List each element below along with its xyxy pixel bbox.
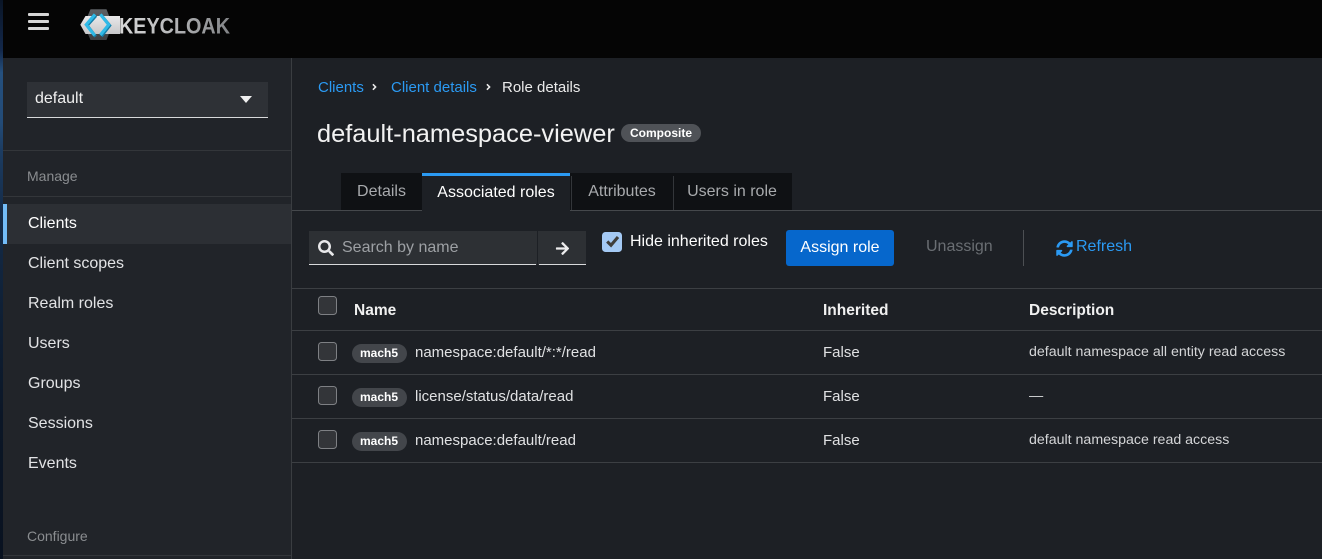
svg-text:KEYCLOAK: KEYCLOAK [119, 14, 230, 39]
